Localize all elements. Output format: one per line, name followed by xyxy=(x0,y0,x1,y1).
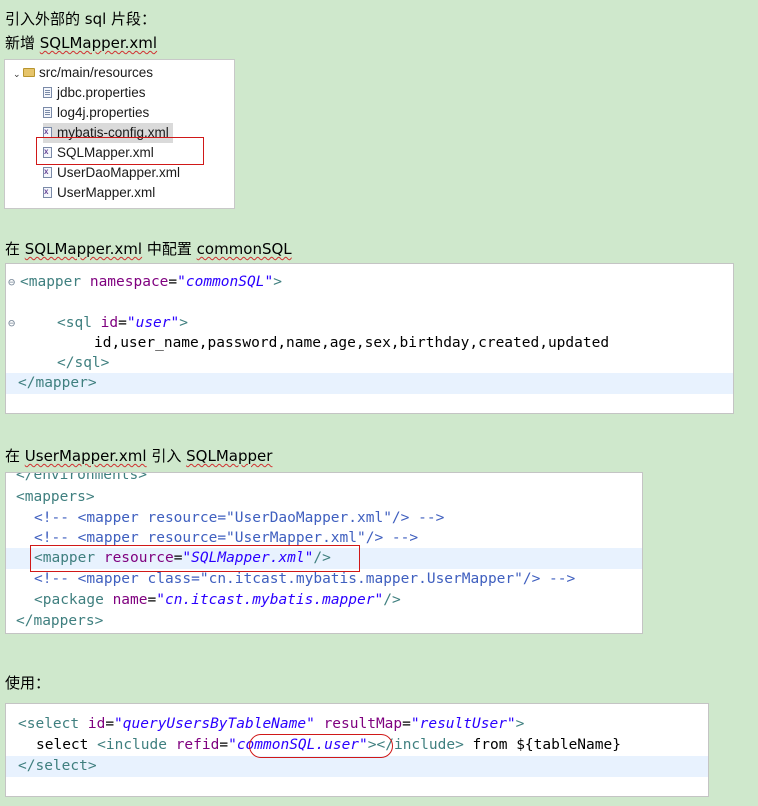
code-line: <select id="queryUsersByTableName" resul… xyxy=(18,716,525,732)
heading3-part: 中配置 xyxy=(142,240,197,258)
heading-usage: 使用： xyxy=(5,674,51,692)
code-line: <mappers> xyxy=(16,489,95,505)
fold-marker-icon[interactable]: ⊖ xyxy=(8,313,18,334)
tree-file-userdaomapper[interactable]: UserDaoMapper.xml xyxy=(43,162,181,183)
heading-include-sqlmapper: 在 UserMapper.xml 引入 SQLMapper xyxy=(5,446,272,466)
code-line: </mappers> xyxy=(16,613,104,629)
chevron-down-icon[interactable]: ⌄ xyxy=(13,64,23,84)
code-editor-sqlmapper[interactable]: ⊖ <mapper namespace="commonSQL"> ⊖ <sql id… xyxy=(5,263,734,414)
tree-file-log4j-properties[interactable]: log4j.properties xyxy=(43,103,149,123)
xml-file-icon xyxy=(43,162,52,182)
code-line: <!-- <mapper resource="UserDaoMapper.xml… xyxy=(34,510,445,526)
code-line: id,user_name,password,name,age,sex,birth… xyxy=(94,335,610,351)
tree-file-label: UserDaoMapper.xml xyxy=(57,165,181,180)
heading3-name: commonSQL xyxy=(196,240,292,258)
code-line: ⊖ <sql id="user"> xyxy=(6,313,733,334)
code-line: <!-- <mapper class="cn.itcast.mybatis.ma… xyxy=(34,571,576,587)
folder-icon xyxy=(23,68,35,77)
tree-file-jdbc-properties[interactable]: jdbc.properties xyxy=(43,83,146,103)
xml-file-icon xyxy=(43,182,52,202)
tree-file-usermapper[interactable]: UserMapper.xml xyxy=(43,182,156,203)
properties-file-icon xyxy=(43,107,52,118)
heading-intro: 引入外部的 sql 片段： xyxy=(5,10,157,28)
heading4-part: 在 xyxy=(5,447,25,465)
highlight-box-sqlmapper xyxy=(36,137,204,165)
tree-folder-label: src/main/resources xyxy=(39,65,154,80)
highlight-box-mapper-resource xyxy=(30,545,360,572)
heading-new-file-name: SQLMapper.xml xyxy=(39,34,158,52)
heading3-part: 在 xyxy=(5,240,25,258)
heading4-name: SQLMapper xyxy=(186,447,273,465)
code-line-current: </mapper> xyxy=(6,373,733,394)
code-line: <package name="cn.itcast.mybatis.mapper"… xyxy=(34,592,401,608)
code-line-current: </select> xyxy=(6,756,708,777)
tree-folder-resources[interactable]: ⌄ src/main/resources xyxy=(13,63,153,83)
heading-new-file-prefix: 新增 xyxy=(5,34,40,52)
heading3-file: SQLMapper.xml xyxy=(24,240,143,258)
code-editor-usermapper[interactable]: </environments> <mappers> <!-- <mapper r… xyxy=(5,472,643,634)
fold-marker-icon[interactable]: ⊖ xyxy=(8,272,18,293)
heading4-part: 引入 xyxy=(146,447,187,465)
highlight-oval-refid xyxy=(249,734,393,758)
heading4-file: UserMapper.xml xyxy=(24,447,147,465)
project-explorer-tree: ⌄ src/main/resources jdbc.properties log4… xyxy=(4,59,235,209)
properties-file-icon xyxy=(43,87,52,98)
heading-new-file: 新增 SQLMapper.xml xyxy=(5,33,157,53)
code-line: </environments> xyxy=(16,472,147,483)
code-line: </sql> xyxy=(57,355,110,371)
heading-configure-commonsql: 在 SQLMapper.xml 中配置 commonSQL xyxy=(5,239,292,259)
code-editor-select[interactable]: <select id="queryUsersByTableName" resul… xyxy=(5,703,709,797)
code-line: ⊖ <mapper namespace="commonSQL"> xyxy=(6,272,733,293)
tree-file-label: log4j.properties xyxy=(57,105,150,120)
tree-file-label: jdbc.properties xyxy=(57,85,146,100)
tree-file-label: UserMapper.xml xyxy=(57,185,156,200)
